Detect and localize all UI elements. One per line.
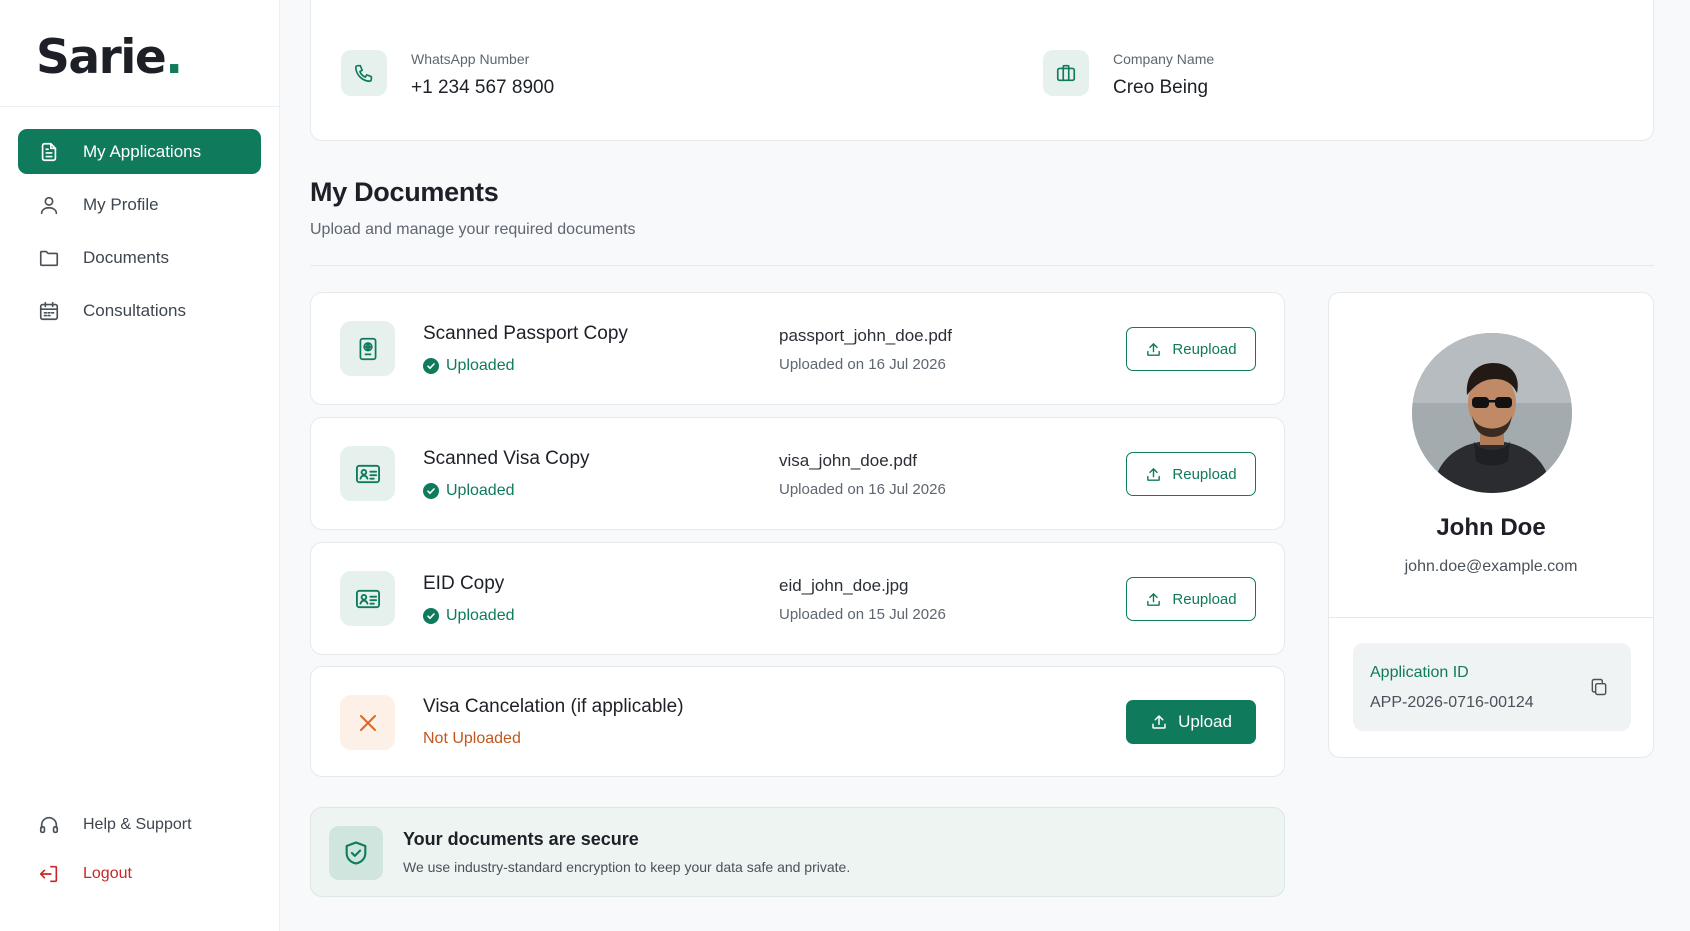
profile-name: John Doe bbox=[1436, 514, 1546, 541]
logout-icon bbox=[36, 861, 62, 887]
sidebar-item-help-support[interactable]: Help & Support bbox=[18, 804, 261, 846]
profile-card: John Doe john.doe@example.com Applicatio… bbox=[1328, 292, 1654, 758]
document-name: Scanned Passport Copy bbox=[423, 323, 628, 344]
status-text: Uploaded bbox=[446, 607, 515, 624]
status-badge: Uploaded bbox=[423, 357, 515, 375]
brand-name: Sarie bbox=[36, 30, 167, 85]
application-id-label: Application ID bbox=[1370, 664, 1469, 681]
document-name: Scanned Visa Copy bbox=[423, 448, 590, 469]
file-name: passport_john_doe.pdf bbox=[779, 326, 952, 345]
brand-logo[interactable]: Sarie. bbox=[0, 0, 279, 107]
profile-email: john.doe@example.com bbox=[1404, 558, 1578, 575]
document-name: EID Copy bbox=[423, 573, 505, 594]
application-id-value: APP-2026-0716-00124 bbox=[1370, 694, 1534, 711]
status-text: Uploaded bbox=[446, 357, 515, 374]
document-row: Scanned Passport Copy Uploaded passport_… bbox=[310, 292, 1285, 405]
briefcase-icon bbox=[1043, 50, 1089, 96]
upload-icon bbox=[1147, 592, 1161, 606]
page-title: My Documents bbox=[310, 177, 499, 207]
user-icon bbox=[36, 192, 62, 218]
status-text: Uploaded bbox=[446, 482, 515, 499]
upload-icon bbox=[1147, 467, 1161, 481]
upload-date: Uploaded on 16 Jul 2026 bbox=[779, 356, 946, 373]
sidebar-item-my-applications[interactable]: My Applications bbox=[18, 129, 261, 174]
folder-icon bbox=[36, 245, 62, 271]
reupload-button[interactable]: Reupload bbox=[1126, 577, 1256, 621]
check-circle-icon bbox=[423, 483, 439, 499]
shield-check-icon bbox=[329, 826, 383, 880]
sidebar-item-label: My Applications bbox=[83, 141, 202, 161]
button-label: Upload bbox=[1178, 712, 1232, 731]
status-badge: Uploaded bbox=[423, 482, 515, 500]
upload-date: Uploaded on 15 Jul 2026 bbox=[779, 606, 946, 623]
calendar-icon bbox=[36, 298, 62, 324]
brand-dot: . bbox=[165, 30, 183, 85]
upload-icon bbox=[1152, 715, 1166, 729]
company-value: Creo Being bbox=[1113, 77, 1209, 98]
security-notice: Your documents are secure We use industr… bbox=[310, 807, 1285, 897]
whatsapp-value: +1 234 567 8900 bbox=[411, 77, 555, 98]
avatar[interactable] bbox=[1412, 333, 1572, 493]
headset-icon bbox=[36, 812, 62, 838]
sidebar-item-label: Logout bbox=[83, 865, 132, 882]
upload-icon bbox=[1147, 342, 1161, 356]
reupload-button[interactable]: Reupload bbox=[1126, 327, 1256, 371]
company-info: Company Name Creo Being bbox=[1043, 47, 1214, 99]
section-divider bbox=[310, 265, 1654, 266]
whatsapp-label: WhatsApp Number bbox=[411, 51, 530, 67]
check-circle-icon bbox=[423, 358, 439, 374]
sidebar-item-my-profile[interactable]: My Profile bbox=[18, 182, 261, 227]
security-title: Your documents are secure bbox=[403, 829, 639, 849]
contact-card: WhatsApp Number +1 234 567 8900 Company … bbox=[310, 0, 1654, 141]
file-name: eid_john_doe.jpg bbox=[779, 576, 909, 595]
button-label: Reupload bbox=[1172, 340, 1237, 358]
passport-icon bbox=[340, 321, 395, 376]
sidebar-item-label: My Profile bbox=[83, 194, 159, 214]
document-row: EID Copy Uploaded eid_john_doe.jpg Uploa… bbox=[310, 542, 1285, 655]
sidebar-nav: My Applications My Profile Documents Con… bbox=[0, 107, 279, 333]
security-text: We use industry-standard encryption to k… bbox=[403, 859, 851, 875]
button-label: Reupload bbox=[1172, 590, 1237, 608]
status-text: Not Uploaded bbox=[423, 730, 521, 747]
sidebar-item-label: Help & Support bbox=[83, 816, 192, 833]
reupload-button[interactable]: Reupload bbox=[1126, 452, 1256, 496]
document-name: Visa Cancelation (if applicable) bbox=[423, 696, 684, 717]
id-card-icon bbox=[340, 571, 395, 626]
whatsapp-info: WhatsApp Number +1 234 567 8900 bbox=[341, 47, 554, 99]
id-card-icon bbox=[340, 446, 395, 501]
application-id-box: Application ID APP-2026-0716-00124 bbox=[1353, 643, 1631, 731]
status-badge: Not Uploaded bbox=[423, 730, 521, 748]
phone-icon bbox=[341, 50, 387, 96]
sidebar-item-logout[interactable]: Logout bbox=[18, 853, 261, 895]
file-text-icon bbox=[36, 139, 62, 165]
company-label: Company Name bbox=[1113, 51, 1215, 67]
document-row: Visa Cancelation (if applicable) Not Upl… bbox=[310, 666, 1285, 777]
copy-icon[interactable] bbox=[1587, 675, 1611, 699]
sidebar-item-label: Documents bbox=[83, 247, 169, 267]
sidebar: Sarie. My Applications My Profile Docume… bbox=[0, 0, 280, 931]
upload-date: Uploaded on 16 Jul 2026 bbox=[779, 481, 946, 498]
button-label: Reupload bbox=[1172, 465, 1237, 483]
document-row: Scanned Visa Copy Uploaded visa_john_doe… bbox=[310, 417, 1285, 530]
status-badge: Uploaded bbox=[423, 607, 515, 625]
x-icon bbox=[340, 695, 395, 750]
sidebar-item-consultations[interactable]: Consultations bbox=[18, 288, 261, 333]
check-circle-icon bbox=[423, 608, 439, 624]
sidebar-item-documents[interactable]: Documents bbox=[18, 235, 261, 280]
sidebar-item-label: Consultations bbox=[83, 300, 187, 320]
upload-button[interactable]: Upload bbox=[1126, 700, 1256, 744]
file-name: visa_john_doe.pdf bbox=[779, 451, 918, 470]
page-subtitle: Upload and manage your required document… bbox=[310, 221, 636, 238]
profile-divider bbox=[1329, 617, 1653, 618]
sidebar-bottom: Help & Support Logout bbox=[18, 804, 261, 902]
